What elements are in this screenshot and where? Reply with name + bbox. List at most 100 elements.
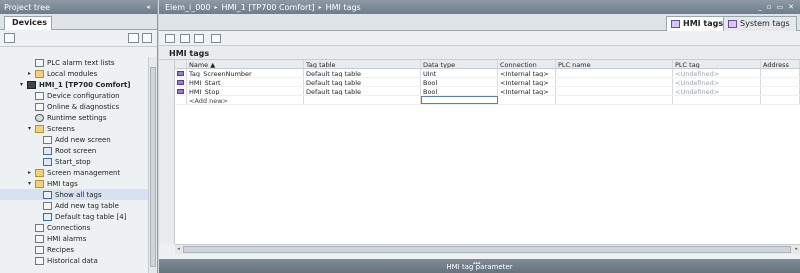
restore-icon[interactable]: ▫ — [767, 3, 772, 11]
recipes-icon — [35, 245, 44, 254]
scroll-right-icon[interactable]: ▸ — [793, 246, 800, 253]
tree-item-plc-alarm-text-lists[interactable]: PLC alarm text lists — [0, 57, 148, 68]
hmi-tag-parameter-bar[interactable]: ▴▴▴ HMI tag parameter — [159, 259, 800, 273]
folder-icon — [35, 124, 44, 133]
tag-table-icon[interactable] — [211, 34, 221, 43]
cell-name[interactable]: Tag_ScreenNumber — [187, 69, 304, 77]
historical-data-icon — [35, 256, 44, 265]
cell-name[interactable]: HMI_Stop — [187, 87, 304, 95]
tree-item-default-tag-table[interactable]: Default tag table [4] — [0, 211, 148, 222]
tab-hmi-tags[interactable]: HMI tags — [666, 16, 731, 31]
cell-tag-table[interactable]: Default tag table — [304, 78, 421, 86]
column-header-tag-table[interactable]: Tag table — [304, 60, 421, 68]
collapse-icon[interactable]: ▾ — [26, 180, 33, 187]
runtime-settings-icon — [35, 113, 44, 122]
project-tree-header: Project tree ◂ — [0, 0, 157, 14]
tree-item-runtime-settings[interactable]: Runtime settings — [0, 112, 148, 123]
tree-item-root-screen[interactable]: Root screen — [0, 145, 148, 156]
tree-item-screen-management[interactable]: ▸ Screen management — [0, 167, 148, 178]
breadcrumb-hmi-tags[interactable]: HMI tags — [326, 3, 361, 12]
cell-connection[interactable]: <Internal tag> — [498, 78, 556, 86]
table-row[interactable]: Tag_ScreenNumber Default tag table UInt … — [175, 69, 800, 78]
tree-item-screens[interactable]: ▾ Screens — [0, 123, 148, 134]
tree-item-online-diagnostics[interactable]: Online & diagnostics — [0, 101, 148, 112]
column-header-address[interactable]: Address — [761, 60, 800, 68]
expand-icon[interactable]: ▸ — [26, 169, 33, 176]
cell-plc-tag[interactable]: <Undefined> — [673, 78, 761, 86]
close-icon[interactable]: ✕ — [788, 3, 794, 11]
add-new-row[interactable]: <Add new> — [175, 96, 800, 105]
export-icon[interactable] — [180, 34, 190, 43]
cell-plc-name[interactable] — [556, 78, 673, 86]
cell-plc-name[interactable] — [556, 69, 673, 77]
tree-item-connections[interactable]: Connections — [0, 222, 148, 233]
splitter-grip-icon[interactable]: ▴▴▴ — [473, 260, 481, 266]
scroll-left-icon[interactable]: ◂ — [175, 246, 182, 253]
cell-plc-tag[interactable]: <Undefined> — [673, 87, 761, 95]
cell-plc-tag[interactable]: <Undefined> — [673, 69, 761, 77]
pin-icon[interactable] — [165, 34, 175, 43]
cell-tag-table[interactable]: Default tag table — [304, 69, 421, 77]
tree-item-hmi-device[interactable]: ▾ HMI_1 [TP700 Comfort] — [0, 79, 148, 90]
cell-data-type[interactable]: Bool — [421, 87, 498, 95]
tree-item-add-new-screen[interactable]: Add new screen — [0, 134, 148, 145]
expand-icon[interactable]: ▸ — [26, 70, 33, 77]
window-controls: _ ▫ ▭ ✕ — [758, 3, 794, 11]
scrollbar-thumb[interactable] — [150, 67, 156, 267]
list-icon — [35, 58, 44, 67]
add-new-tag-cell[interactable]: <Add new> — [187, 96, 304, 104]
project-view-icon[interactable] — [4, 33, 15, 43]
tree-item-hmi-tags[interactable]: ▾ HMI tags — [0, 178, 148, 189]
tab-system-tags[interactable]: System tags — [723, 16, 797, 31]
tree-item-start-stop[interactable]: Start_stop — [0, 156, 148, 167]
float-icon[interactable]: ▭ — [777, 3, 784, 11]
tag-icon — [177, 80, 184, 85]
column-header-plc-name[interactable]: PLC name — [556, 60, 673, 68]
collapse-icon[interactable]: ▾ — [18, 81, 25, 88]
tag-table-icon — [43, 190, 52, 199]
cell-tag-table[interactable]: Default tag table — [304, 87, 421, 95]
cell-data-type[interactable]: Bool — [421, 78, 498, 86]
tree-item-recipes[interactable]: Recipes — [0, 244, 148, 255]
column-header-name[interactable]: Name ▲ — [187, 60, 304, 68]
table-horizontal-scrollbar[interactable]: ◂ ▸ — [175, 244, 800, 254]
cell-address[interactable] — [761, 78, 800, 86]
collapse-icon[interactable]: ▾ — [26, 125, 33, 132]
column-header-icon — [175, 60, 187, 68]
sync-icon[interactable] — [142, 33, 152, 43]
import-icon[interactable] — [194, 34, 204, 43]
collapse-pane-icon[interactable]: ◂ — [143, 3, 153, 12]
cell-address[interactable] — [761, 69, 800, 77]
breadcrumb-separator-icon: ▸ — [214, 3, 218, 11]
table-row[interactable]: HMI_Start Default tag table Bool <Intern… — [175, 78, 800, 87]
breadcrumb: Elem_i_000 ▸ HMI_1 [TP700 Comfort] ▸ HMI… — [159, 0, 800, 14]
minimize-icon[interactable]: _ — [758, 3, 762, 11]
cell-address[interactable] — [761, 87, 800, 95]
tree-vertical-scrollbar[interactable] — [148, 57, 157, 273]
tree-item-add-new-tag-table[interactable]: Add new tag table — [0, 200, 148, 211]
module-folder-icon — [35, 69, 44, 78]
breadcrumb-device[interactable]: HMI_1 [TP700 Comfort] — [222, 3, 315, 12]
tree-item-device-configuration[interactable]: Device configuration — [0, 90, 148, 101]
column-header-data-type[interactable]: Data type — [421, 60, 498, 68]
column-header-plc-tag[interactable]: PLC tag — [673, 60, 761, 68]
cell-name[interactable]: HMI_Start — [187, 78, 304, 86]
tree-item-local-modules[interactable]: ▸ Local modules — [0, 68, 148, 79]
tree-item-hmi-alarms[interactable]: HMI alarms — [0, 233, 148, 244]
breadcrumb-separator-icon: ▸ — [318, 3, 322, 11]
cell-plc-name[interactable] — [556, 87, 673, 95]
cell-connection[interactable]: <Internal tag> — [498, 69, 556, 77]
tab-devices[interactable]: Devices — [4, 16, 52, 30]
add-screen-icon — [43, 135, 52, 144]
editor-tabbar: HMI tags System tags — [159, 14, 800, 31]
selected-cell[interactable] — [421, 96, 498, 104]
tree-item-historical-data[interactable]: Historical data — [0, 255, 148, 266]
cell-data-type[interactable]: UInt — [421, 69, 498, 77]
scrollbar-thumb[interactable] — [183, 246, 791, 253]
list-view-icon[interactable] — [128, 33, 139, 43]
breadcrumb-project[interactable]: Elem_i_000 — [165, 3, 210, 12]
table-row[interactable]: HMI_Stop Default tag table Bool <Interna… — [175, 87, 800, 96]
tree-item-show-all-tags[interactable]: Show all tags — [0, 189, 148, 200]
column-header-connection[interactable]: Connection — [498, 60, 556, 68]
cell-connection[interactable]: <Internal tag> — [498, 87, 556, 95]
